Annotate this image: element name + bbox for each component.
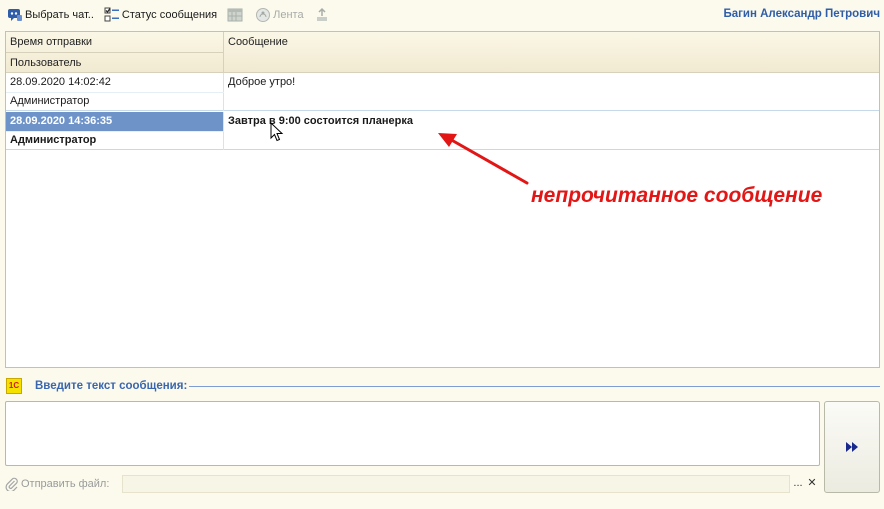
column-header-user[interactable]: Пользователь <box>6 53 223 73</box>
mouse-cursor-icon <box>270 122 284 142</box>
send-button[interactable] <box>824 401 880 493</box>
row-user: Администратор <box>10 134 97 146</box>
annotation-arrow-icon <box>438 133 529 185</box>
chat-window: Выбрать чат.. Статус сообщения Лента Баг… <box>0 0 884 509</box>
composer-header: 1С Введите текст сообщения: <box>6 377 880 395</box>
composer-label: Введите текст сообщения: <box>35 380 188 392</box>
message-status-button[interactable]: Статус сообщения <box>101 4 220 26</box>
row-message: Завтра в 9:00 состоится планерка <box>228 115 414 127</box>
paperclip-icon <box>5 477 18 491</box>
checklist-icon <box>104 7 120 23</box>
chat-select-icon <box>7 7 23 23</box>
share-icon <box>314 7 330 23</box>
file-path-field[interactable] <box>122 475 790 493</box>
current-user-name: Багин Александр Петрович <box>723 8 880 20</box>
annotation-label: непрочитанное сообщение <box>531 184 823 207</box>
row-message: Доброе утро! <box>228 76 296 88</box>
feed-label: Лента <box>273 9 304 21</box>
table-row[interactable]: 28.09.2020 14:02:42 Администратор Доброе… <box>6 73 879 111</box>
calendar-icon <box>227 7 243 23</box>
row-divider <box>6 92 224 93</box>
select-chat-label: Выбрать чат.. <box>25 9 94 21</box>
table-header: Время отправки Пользователь Сообщение <box>6 32 879 73</box>
row-time: 28.09.2020 14:36:35 <box>6 112 224 131</box>
select-chat-button[interactable]: Выбрать чат.. <box>4 4 97 26</box>
calendar-button[interactable] <box>224 4 248 26</box>
feed-button[interactable]: Лента <box>252 4 306 26</box>
attach-file-row: Отправить файл: <box>5 475 109 493</box>
column-header-message[interactable]: Сообщение <box>224 32 879 52</box>
choose-file-button[interactable]: ... <box>791 475 805 493</box>
1c-logo-icon: 1С <box>6 378 22 394</box>
composer-divider <box>189 386 880 387</box>
double-arrow-right-icon <box>846 442 858 452</box>
clear-file-button[interactable]: ✕ <box>806 475 818 493</box>
message-input[interactable] <box>5 401 820 466</box>
share-button[interactable] <box>311 4 335 26</box>
message-status-label: Статус сообщения <box>121 9 218 21</box>
feed-icon <box>255 7 271 23</box>
row-user: Администратор <box>10 95 90 107</box>
header-divider <box>6 52 224 53</box>
row-time: 28.09.2020 14:02:42 <box>10 76 111 88</box>
column-header-time[interactable]: Время отправки <box>6 32 223 52</box>
row-divider <box>6 131 224 132</box>
attach-file-label: Отправить файл: <box>21 478 110 490</box>
toolbar: Выбрать чат.. Статус сообщения Лента Баг… <box>0 0 884 30</box>
